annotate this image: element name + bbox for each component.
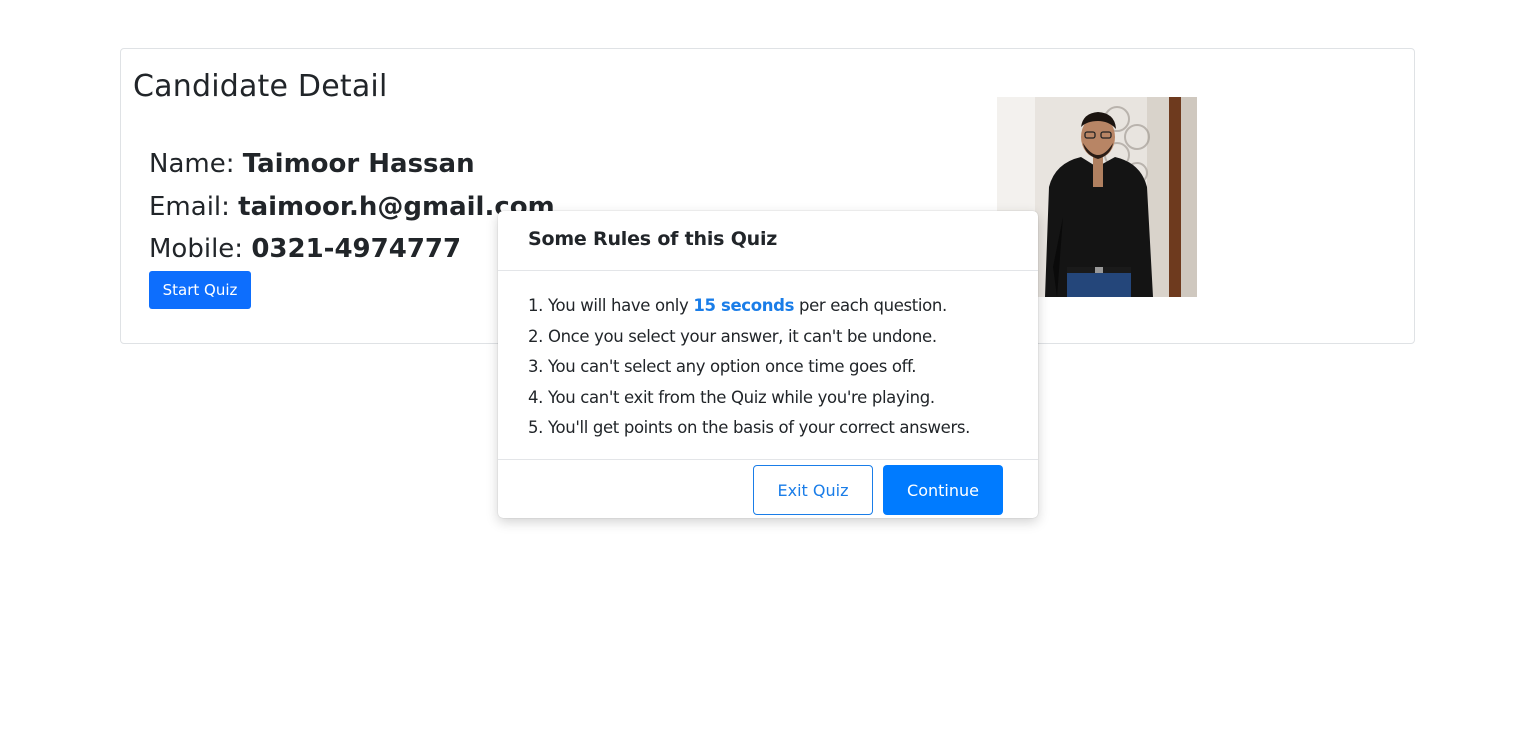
modal-footer: Exit Quiz Continue <box>498 459 1038 518</box>
modal-title: Some Rules of this Quiz <box>528 228 778 250</box>
rule-text: per each question. <box>794 296 947 315</box>
rule-time-highlight: 15 seconds <box>693 296 795 315</box>
continue-button[interactable]: Continue <box>883 465 1003 515</box>
rule-item: 4. You can't exit from the Quiz while yo… <box>528 387 935 407</box>
name-label: Name: <box>149 149 243 179</box>
candidate-mobile-row: Mobile: 0321-4974777 <box>149 232 461 266</box>
rule-item: 3. You can't select any option once time… <box>528 357 917 376</box>
start-quiz-button[interactable]: Start Quiz <box>149 271 251 309</box>
card-title: Candidate Detail <box>133 69 388 104</box>
modal-header: Some Rules of this Quiz <box>498 211 1038 271</box>
quiz-rules-modal: Some Rules of this Quiz 1. You will have… <box>498 211 1038 518</box>
rules-list: 1. You will have only 15 seconds per eac… <box>528 291 970 444</box>
rule-item: 2. Once you select your answer, it can't… <box>528 326 937 346</box>
mobile-label: Mobile: <box>149 234 252 264</box>
candidate-email-row: Email: taimoor.h@gmail.com <box>149 190 555 224</box>
rule-text: 1. You will have only <box>528 296 694 315</box>
rule-item: 1. You will have only 15 seconds per eac… <box>528 291 970 322</box>
email-label: Email: <box>149 192 239 222</box>
candidate-name-row: Name: Taimoor Hassan <box>149 147 475 181</box>
name-value: Taimoor Hassan <box>242 149 475 179</box>
exit-quiz-button[interactable]: Exit Quiz <box>753 465 873 515</box>
rule-item: 5. You'll get points on the basis of you… <box>528 418 971 437</box>
mobile-value: 0321-4974777 <box>251 234 462 264</box>
